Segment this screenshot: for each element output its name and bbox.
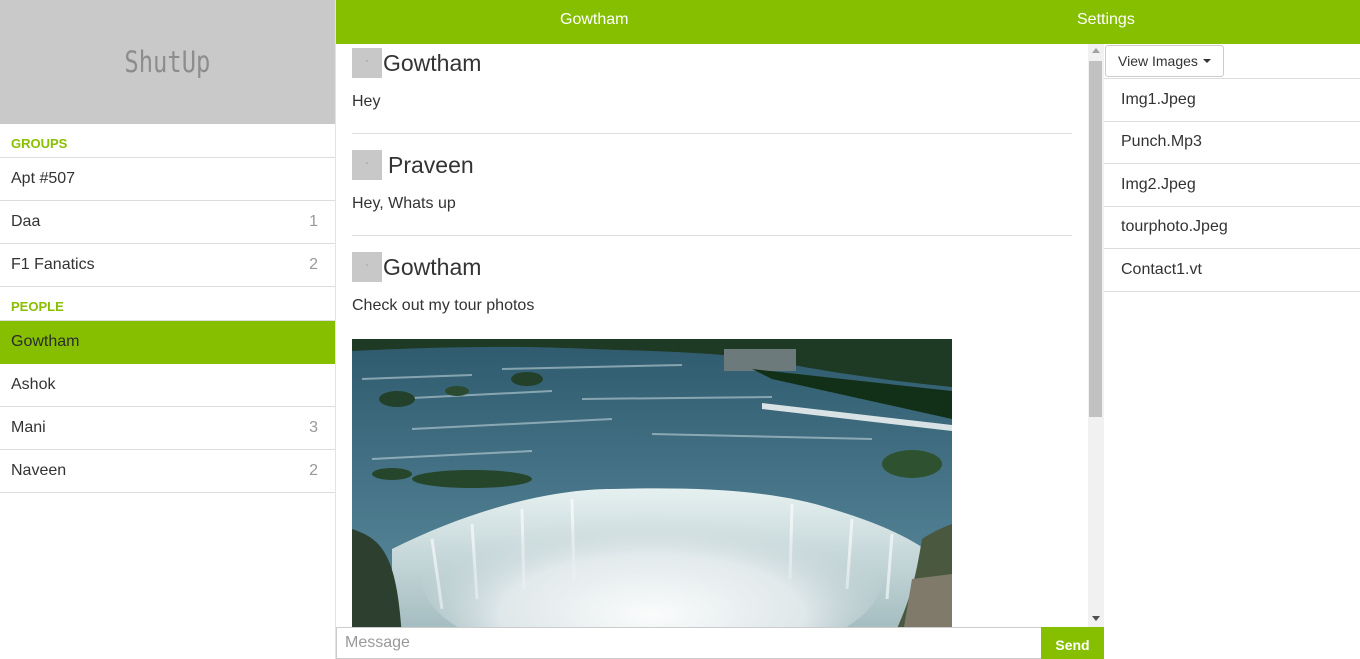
conversation-title[interactable]: Gowtham (560, 0, 628, 44)
file-item[interactable]: tourphoto.Jpeg (1104, 207, 1360, 249)
shared-files-panel: View Images Img1.Jpeg Punch.Mp3 Img2.Jpe… (1104, 44, 1360, 659)
sender-name: Gowtham (383, 253, 482, 280)
tour-photo-image[interactable] (352, 339, 952, 627)
sidebar-item-person-active[interactable]: Gowtham (0, 321, 335, 364)
sidebar-item-person[interactable]: Mani 3 (0, 407, 335, 450)
scrollbar-thumb[interactable] (1089, 61, 1102, 417)
groups-section-label: GROUPS (11, 136, 68, 151)
people-list: Gowtham Ashok Mani 3 Naveen 2 (0, 320, 335, 493)
scroll-up-arrow-icon[interactable] (1092, 48, 1100, 53)
sender-name: Praveen (388, 151, 474, 178)
top-navbar: Gowtham Settings (336, 0, 1360, 44)
message-thread[interactable]: “ Gowtham Hey “ Praveen Hey, Whats up “ … (336, 44, 1088, 627)
sidebar-item-person[interactable]: Ashok (0, 364, 335, 407)
unread-count-badge: 2 (309, 256, 318, 273)
group-name: Daa (11, 213, 41, 230)
message-item: “ Gowtham Check out my tour photos (352, 236, 1072, 627)
avatar: “ (352, 48, 382, 78)
person-name: Ashok (11, 376, 56, 393)
scroll-down-arrow-icon[interactable] (1092, 616, 1100, 621)
sender-name: Gowtham (383, 49, 482, 76)
brand-header: ShutUp (0, 0, 335, 124)
message-item: “ Praveen Hey, Whats up (352, 134, 1072, 236)
unread-count-badge: 1 (309, 213, 318, 230)
group-name: F1 Fanatics (11, 256, 95, 273)
sidebar-item-group[interactable]: Daa 1 (0, 201, 335, 244)
unread-count-badge: 2 (309, 462, 318, 479)
chat-scrollbar[interactable] (1088, 44, 1104, 627)
message-header: “ Gowtham (352, 48, 1072, 78)
app-logo: ShutUp (124, 45, 211, 79)
person-name: Naveen (11, 462, 67, 479)
file-item[interactable]: Contact1.vt (1104, 249, 1360, 292)
person-name: Mani (11, 419, 46, 436)
groups-list: Apt #507 Daa 1 F1 Fanatics 2 (0, 157, 335, 287)
sidebar-item-person[interactable]: Naveen 2 (0, 450, 335, 493)
avatar: “ (352, 150, 382, 180)
message-item: “ Gowtham Hey (352, 44, 1072, 134)
sidebar: ShutUp GROUPS Apt #507 Daa 1 F1 Fanatics… (0, 0, 336, 659)
people-section-label: PEOPLE (11, 299, 64, 314)
message-input[interactable] (336, 627, 1041, 659)
settings-link[interactable]: Settings (1077, 0, 1135, 44)
file-item[interactable]: Punch.Mp3 (1104, 122, 1360, 164)
file-item[interactable]: Img2.Jpeg (1104, 164, 1360, 207)
dropdown-label: View Images (1118, 53, 1198, 69)
message-header: “ Gowtham (352, 252, 1072, 282)
message-header: “ Praveen (352, 150, 1072, 180)
message-text: Check out my tour photos (352, 297, 535, 314)
view-images-dropdown[interactable]: View Images (1105, 45, 1224, 77)
message-text: Hey (352, 93, 381, 110)
message-text: Hey, Whats up (352, 195, 456, 212)
file-list: Img1.Jpeg Punch.Mp3 Img2.Jpeg tourphoto.… (1104, 78, 1360, 292)
file-item[interactable]: Img1.Jpeg (1104, 79, 1360, 122)
person-name: Gowtham (11, 333, 80, 350)
sidebar-item-group[interactable]: Apt #507 (0, 158, 335, 201)
group-name: Apt #507 (11, 170, 76, 187)
avatar: “ (352, 252, 382, 282)
sidebar-item-group[interactable]: F1 Fanatics 2 (0, 244, 335, 287)
send-button[interactable]: Send (1041, 627, 1104, 659)
message-composer: Send (336, 627, 1104, 659)
unread-count-badge: 3 (309, 419, 318, 436)
caret-down-icon (1202, 59, 1211, 63)
